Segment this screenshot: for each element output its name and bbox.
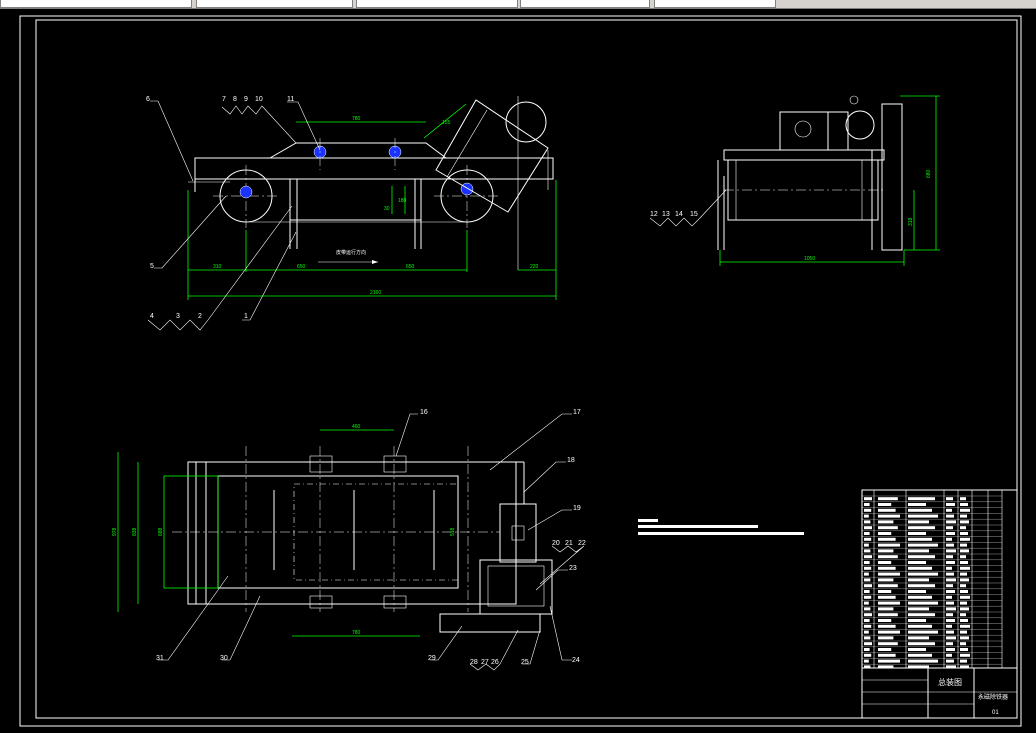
part-label-12: 12 [650, 211, 658, 218]
dim-incline: 155 [442, 120, 451, 126]
dim-side-height: 680 [926, 169, 932, 178]
part-label-2: 2 [198, 313, 202, 320]
dim-plan-inner2: 688 [158, 527, 164, 536]
dim-left-seg: 310 [213, 264, 222, 270]
dim-side-height-low: 318 [908, 217, 914, 226]
toolbar-field-3[interactable] [356, 0, 518, 8]
outer-border [19, 15, 1022, 727]
dim-plan-top: 460 [352, 424, 361, 430]
toolbar-field-2[interactable] [196, 0, 353, 8]
part-label-16: 16 [420, 409, 428, 416]
belt-direction-label: 皮带运行方向 [336, 249, 366, 256]
part-label-23: 23 [569, 565, 577, 572]
dim-side-width: 1050 [804, 256, 815, 262]
dim-right-seg: 220 [530, 264, 539, 270]
dim-mid-left: 650 [297, 264, 306, 270]
part-label-24: 24 [572, 657, 580, 664]
toolbar-field-4[interactable] [520, 0, 650, 8]
part-label-18: 18 [567, 457, 575, 464]
part-label-11: 11 [287, 96, 294, 103]
part-label-21: 21 [565, 540, 573, 547]
motor [779, 111, 829, 151]
part-label-14: 14 [675, 211, 683, 218]
main-frame [194, 157, 554, 180]
part-label-15: 15 [690, 211, 698, 218]
motor-arm [435, 99, 549, 213]
part-label-6: 6 [146, 96, 150, 103]
cad-toolbar [0, 0, 1036, 9]
plan-view: 460 780 978 838 688 518 16 17 18 19 20 2… [112, 409, 586, 671]
drawing-canvas[interactable]: 780 2160 310 650 650 220 30 180 155 皮带运行… [0, 9, 1036, 733]
part-label-5: 5 [150, 263, 154, 270]
dim-height-small2: 180 [398, 198, 407, 204]
part-label-22: 22 [578, 540, 586, 547]
front-view: 780 2160 310 650 650 220 30 180 155 皮带运行… [146, 96, 557, 331]
part-label-9: 9 [244, 96, 248, 103]
sheet-number: 01 [992, 710, 999, 716]
part-label-19: 19 [573, 505, 581, 512]
toolbar-field-5[interactable] [654, 0, 776, 8]
part-label-30: 30 [220, 655, 228, 662]
side-view: 1050 680 318 12 13 14 15 [649, 95, 940, 266]
product-name: 永磁除铁器 [978, 693, 1008, 701]
part-label-28: 28 [470, 659, 478, 666]
part-label-7: 7 [222, 96, 226, 103]
dim-top-span: 780 [352, 116, 361, 122]
part-label-13: 13 [662, 211, 670, 218]
dim-height-small: 30 [384, 206, 390, 212]
dim-plan-right: 518 [450, 527, 456, 536]
part-label-17: 17 [573, 409, 581, 416]
part-label-27: 27 [481, 659, 489, 666]
dim-plan-height: 978 [112, 527, 118, 536]
part-label-26: 26 [491, 659, 499, 666]
part-label-25: 25 [521, 659, 529, 666]
dim-plan-inner: 838 [132, 527, 138, 536]
drawing-title: 总装图 [938, 677, 962, 687]
technical-notes [638, 519, 804, 535]
plan-frame [187, 461, 517, 605]
part-label-29: 29 [428, 655, 436, 662]
title-block: 总装图 永磁除铁器 01 [861, 489, 1018, 719]
part-label-3: 3 [176, 313, 180, 320]
cad-drawing: 780 2160 310 650 650 220 30 180 155 皮带运行… [19, 15, 1022, 727]
part-label-8: 8 [233, 96, 237, 103]
part-label-31: 31 [156, 655, 164, 662]
toolbar-field-1[interactable] [0, 0, 192, 8]
part-label-10: 10 [255, 96, 263, 103]
dim-plan-bottom: 780 [352, 630, 361, 636]
part-label-20: 20 [552, 540, 560, 547]
drive-motor [499, 503, 537, 563]
part-label-4: 4 [150, 313, 154, 320]
dim-mid-right: 650 [406, 264, 415, 270]
part-label-1: 1 [244, 313, 248, 320]
dim-total-length: 2160 [370, 290, 381, 296]
